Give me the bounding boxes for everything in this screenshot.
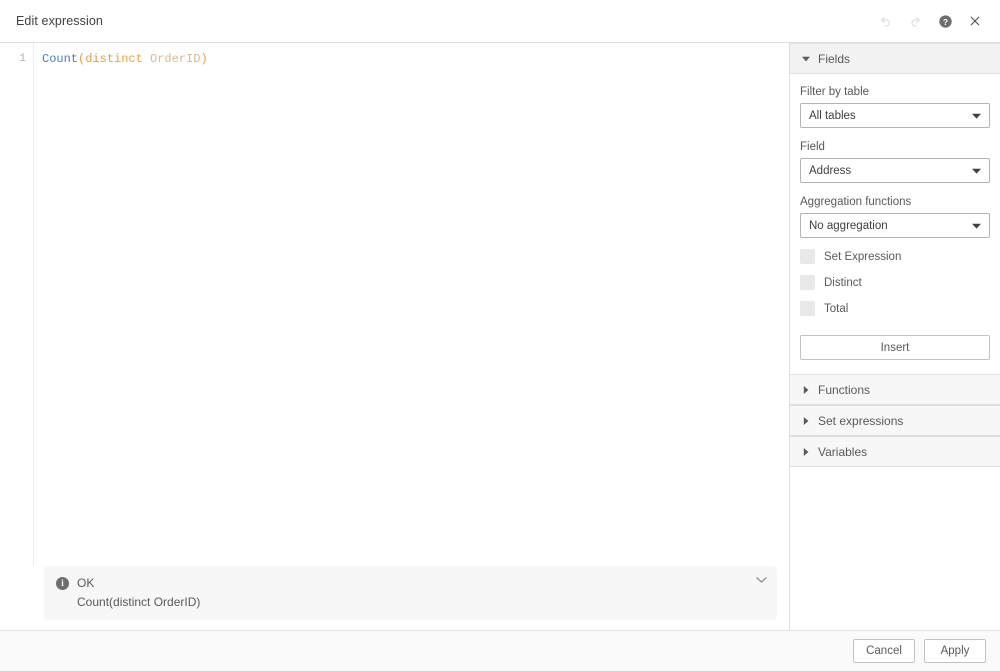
filter-by-table-select[interactable]: All tables xyxy=(800,103,990,128)
help-button[interactable]: ? xyxy=(932,8,958,34)
status-headline: i OK xyxy=(56,575,747,591)
chevron-down-icon xyxy=(972,223,981,229)
undo-button[interactable] xyxy=(872,8,898,34)
status-bar-container: i OK Count(distinct OrderID) xyxy=(0,566,789,630)
token-function: Count xyxy=(42,52,78,66)
titlebar-actions: ? xyxy=(872,8,988,34)
editor-gutter: 1 xyxy=(0,43,34,566)
checkbox-total[interactable]: Total xyxy=(800,301,990,316)
help-icon: ? xyxy=(938,14,953,29)
chevron-down-icon[interactable] xyxy=(756,576,767,584)
section-label-set-expressions: Set expressions xyxy=(818,414,903,428)
section-header-fields[interactable]: Fields xyxy=(790,43,1000,74)
svg-text:?: ? xyxy=(942,16,947,26)
token-close-paren: ) xyxy=(200,52,207,66)
status-expression-preview: Count(distinct OrderID) xyxy=(77,595,747,609)
checkbox-set-expression[interactable]: Set Expression xyxy=(800,249,990,264)
redo-button[interactable] xyxy=(902,8,928,34)
checkbox-box xyxy=(800,301,815,316)
checkbox-box xyxy=(800,275,815,290)
section-header-variables[interactable]: Variables xyxy=(790,436,1000,467)
dialog-title: Edit expression xyxy=(16,14,872,28)
panel-empty-space xyxy=(790,467,1000,630)
dialog-footer: Cancel Apply xyxy=(0,630,1000,671)
dialog-titlebar: Edit expression xyxy=(0,0,1000,43)
aggregation-functions-value: No aggregation xyxy=(809,220,888,232)
close-button[interactable] xyxy=(962,8,988,34)
apply-button[interactable]: Apply xyxy=(924,639,986,663)
insert-button[interactable]: Insert xyxy=(800,335,990,360)
expression-code-input[interactable]: Count(distinct OrderID) xyxy=(34,43,789,566)
undo-icon xyxy=(878,14,893,29)
checkbox-box xyxy=(800,249,815,264)
field-label: Field xyxy=(800,141,990,153)
aggregation-functions-select[interactable]: No aggregation xyxy=(800,213,990,238)
triangle-down-icon xyxy=(800,56,812,62)
checkbox-label: Total xyxy=(824,303,848,315)
expression-status-bar: i OK Count(distinct OrderID) xyxy=(44,566,777,620)
chevron-down-icon xyxy=(972,168,981,174)
checkbox-distinct[interactable]: Distinct xyxy=(800,275,990,290)
expression-helper-panel: Fields Filter by table All tables Field … xyxy=(790,43,1000,630)
info-icon: i xyxy=(56,577,69,590)
checkbox-label: Distinct xyxy=(824,277,862,289)
line-number: 1 xyxy=(0,51,26,68)
cancel-button[interactable]: Cancel xyxy=(853,639,915,663)
token-space xyxy=(143,52,150,66)
aggregation-functions-label: Aggregation functions xyxy=(800,196,990,208)
redo-icon xyxy=(908,14,923,29)
section-label-variables: Variables xyxy=(818,445,867,459)
expression-editor[interactable]: 1 Count(distinct OrderID) xyxy=(0,43,789,566)
section-label-functions: Functions xyxy=(818,383,870,397)
field-value: Address xyxy=(809,165,851,177)
token-keyword-distinct: distinct xyxy=(85,52,143,66)
expression-editor-panel: 1 Count(distinct OrderID) i OK Count(dis… xyxy=(0,43,790,630)
filter-by-table-label: Filter by table xyxy=(800,86,990,98)
section-label-fields: Fields xyxy=(818,52,850,66)
triangle-right-icon xyxy=(800,448,812,456)
filter-by-table-value: All tables xyxy=(809,110,856,122)
status-state: OK xyxy=(77,576,94,590)
field-select[interactable]: Address xyxy=(800,158,990,183)
token-field-name: OrderID xyxy=(150,52,200,66)
dialog-body: 1 Count(distinct OrderID) i OK Count(dis… xyxy=(0,43,1000,630)
checkbox-label: Set Expression xyxy=(824,251,901,263)
section-header-set-expressions[interactable]: Set expressions xyxy=(790,405,1000,436)
section-header-functions[interactable]: Functions xyxy=(790,374,1000,405)
fields-section-body: Filter by table All tables Field Address… xyxy=(790,74,1000,374)
triangle-right-icon xyxy=(800,386,812,394)
close-icon xyxy=(968,14,982,28)
chevron-down-icon xyxy=(972,113,981,119)
triangle-right-icon xyxy=(800,417,812,425)
edit-expression-dialog: Edit expression xyxy=(0,0,1000,671)
